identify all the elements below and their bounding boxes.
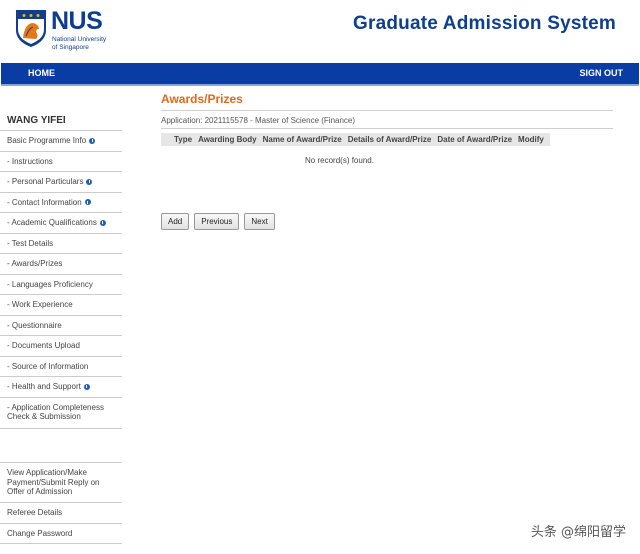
watermark: 头条 @绵阳留学 <box>530 525 626 540</box>
nus-logo[interactable]: NUS National University of Singapore <box>14 8 114 54</box>
empty-table-message: No record(s) found. <box>305 156 374 165</box>
column-header-name-of-award: Name of Award/Prize <box>262 135 342 144</box>
logo-subtitle-line2: of Singapore <box>52 44 89 51</box>
sidebar-menu: Basic Programme Info - Instructions - Pe… <box>0 130 122 429</box>
next-button[interactable]: Next <box>244 213 275 230</box>
add-button[interactable]: Add <box>161 213 190 230</box>
column-header-details-of-award: Details of Award/Prize <box>347 135 432 144</box>
sidebar-bottom-menu: View Application/Make Payment/Submit Rep… <box>0 462 122 544</box>
sidebar-item-label: - Academic Qualifications <box>7 218 97 228</box>
action-buttons: Add Previous Next <box>161 213 275 230</box>
sidebar-item-personal-particulars[interactable]: - Personal Particulars <box>0 172 122 193</box>
home-link[interactable]: HOME <box>28 68 55 78</box>
logo-subtitle: National University of Singapore <box>52 36 106 52</box>
sidebar-item-label: - Source of Information <box>7 361 89 371</box>
column-header-type: Type <box>174 135 193 144</box>
application-info: Application: 2021115578 - Master of Scie… <box>161 116 356 125</box>
sidebar-item-work-experience[interactable]: - Work Experience <box>0 295 122 316</box>
previous-button[interactable]: Previous <box>194 213 240 230</box>
logo-text: NUS <box>51 7 103 35</box>
system-title: Graduate Admission System <box>353 13 616 34</box>
column-header-modify: Modify <box>518 135 544 144</box>
sidebar-item-questionnaire[interactable]: - Questionnaire <box>0 316 122 336</box>
sidebar-item-documents-upload[interactable]: - Documents Upload <box>0 336 122 357</box>
sidebar-item-referee-details[interactable]: Referee Details <box>0 503 122 524</box>
info-icon <box>83 383 90 390</box>
sidebar-item-label: - Test Details <box>7 238 54 248</box>
sidebar-item-source-of-information[interactable]: - Source of Information <box>0 357 122 377</box>
sidebar-item-label: - Awards/Prizes <box>7 259 63 269</box>
header: NUS National University of Singapore Gra… <box>0 0 640 62</box>
top-nav-bar: HOME SIGN OUT <box>1 63 639 86</box>
sidebar-item-label: - Instructions <box>7 156 53 166</box>
sidebar-item-label: Basic Programme Info <box>7 136 87 146</box>
sidebar-item-label: Change Password <box>7 528 73 538</box>
sidebar-item-label: - Questionnaire <box>7 320 62 330</box>
nus-crest-icon <box>16 10 46 47</box>
info-icon <box>99 219 106 226</box>
sidebar-item-change-password[interactable]: Change Password <box>0 524 122 544</box>
column-header-awarding-body: Awarding Body <box>198 135 257 144</box>
page-title: Awards/Prizes <box>161 92 243 106</box>
logo-subtitle-line1: National University <box>52 36 107 43</box>
info-icon <box>84 199 91 206</box>
sidebar-item-label: - Personal Particulars <box>7 177 84 187</box>
sidebar-item-health-and-support[interactable]: - Health and Support <box>0 377 122 398</box>
sidebar-item-label: - Contact Information <box>7 197 82 207</box>
sidebar-item-label: - Documents Upload <box>7 341 80 351</box>
sidebar-item-test-details[interactable]: - Test Details <box>0 234 122 254</box>
sidebar-item-label: - Work Experience <box>7 300 73 310</box>
info-icon <box>89 137 96 144</box>
sidebar-item-label: - Languages Proficiency <box>7 279 93 289</box>
sign-out-link[interactable]: SIGN OUT <box>579 68 623 78</box>
info-divider <box>161 128 613 129</box>
sidebar-item-label: View Application/Make Payment/Submit Rep… <box>7 468 100 496</box>
sidebar-item-view-application[interactable]: View Application/Make Payment/Submit Rep… <box>0 463 122 503</box>
sidebar-item-label: - Application Completeness Check & Submi… <box>7 402 104 421</box>
sidebar-item-contact-information[interactable]: - Contact Information <box>0 193 122 213</box>
sidebar-item-label: - Health and Support <box>7 382 81 392</box>
sidebar-item-instructions[interactable]: - Instructions <box>0 152 122 172</box>
sidebar-item-application-completeness[interactable]: - Application Completeness Check & Submi… <box>0 398 122 429</box>
title-divider <box>161 110 613 111</box>
sidebar-item-label: Referee Details <box>7 508 63 518</box>
sidebar-item-languages-proficiency[interactable]: - Languages Proficiency <box>0 275 122 295</box>
awards-table-header: Type Awarding Body Name of Award/Prize D… <box>161 133 550 146</box>
sidebar-item-awards-prizes[interactable]: - Awards/Prizes <box>0 254 122 275</box>
sidebar-item-basic-programme-info[interactable]: Basic Programme Info <box>0 131 122 152</box>
column-header-date-of-award: Date of Award/Prize <box>437 135 513 144</box>
user-name: WANG YIFEI <box>7 115 66 126</box>
sidebar-item-academic-qualifications[interactable]: - Academic Qualifications <box>0 213 122 234</box>
info-icon <box>86 178 93 185</box>
